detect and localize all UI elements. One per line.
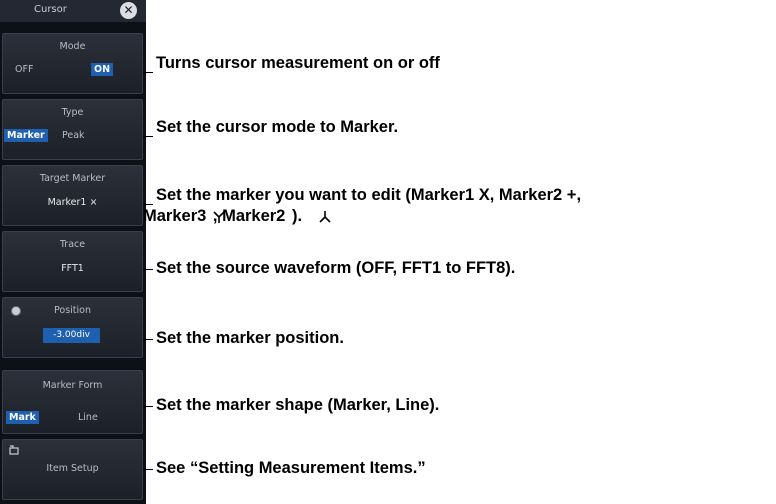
position-menu[interactable]: Position -3.00div xyxy=(2,297,143,358)
marker-form-option-mark[interactable]: Mark xyxy=(6,411,39,424)
callout-position: Set the marker position. xyxy=(156,329,344,347)
cursor-panel: Cursor ✕ Mode OFF ON Type Marker Peak Ta… xyxy=(0,0,146,504)
item-setup-button[interactable]: Item Setup xyxy=(2,439,143,500)
marker-form-label: Marker Form xyxy=(42,380,103,391)
marker-form-option-line[interactable]: Line xyxy=(75,411,101,424)
callout-trace: Set the source waveform (OFF, FFT1 to FF… xyxy=(156,259,516,277)
trace-label: Trace xyxy=(59,239,86,250)
type-option-marker[interactable]: Marker xyxy=(4,129,48,142)
trace-value: FFT1 xyxy=(61,263,84,274)
leader-line xyxy=(143,72,153,73)
marker-form-menu[interactable]: Marker Form Mark Line xyxy=(2,370,143,434)
type-menu[interactable]: Type Marker Peak xyxy=(2,99,143,160)
panel-header: Cursor ✕ xyxy=(0,0,146,22)
type-label: Type xyxy=(61,107,84,118)
leader-line xyxy=(143,269,153,270)
target-marker-menu[interactable]: Target Marker Marker1 × xyxy=(2,165,143,226)
trace-menu[interactable]: Trace FFT1 xyxy=(2,231,143,292)
leader-line xyxy=(143,136,153,137)
callout-mode: Turns cursor measurement on or off xyxy=(156,54,440,72)
leader-line xyxy=(143,469,153,470)
position-value[interactable]: -3.00div xyxy=(43,328,100,343)
marker-y-shape-icon xyxy=(213,211,225,223)
callout-item-setup: See “Setting Measurement Items.” xyxy=(156,459,426,477)
mode-option-on[interactable]: ON xyxy=(91,63,114,76)
leader-line xyxy=(143,339,153,340)
close-icon[interactable]: ✕ xyxy=(120,2,137,19)
position-label: Position xyxy=(54,305,91,316)
callout-target-marker-line1: Set the marker you want to edit (Marker1… xyxy=(156,186,582,204)
mode-option-off[interactable]: OFF xyxy=(12,63,36,76)
type-option-peak[interactable]: Peak xyxy=(59,129,88,142)
item-setup-label: Item Setup xyxy=(46,463,99,474)
target-marker-label: Target Marker xyxy=(39,173,106,184)
panel-title: Cursor xyxy=(34,4,67,15)
leader-line xyxy=(143,406,153,407)
mode-menu[interactable]: Mode OFF ON xyxy=(2,33,143,94)
callout-type: Set the cursor mode to Marker. xyxy=(156,118,399,136)
item-setup-icon xyxy=(9,445,19,455)
callout-marker-form: Set the marker shape (Marker, Line). xyxy=(156,396,440,414)
leader-line xyxy=(143,204,153,205)
target-marker-value: Marker1 × xyxy=(47,197,98,208)
mode-label: Mode xyxy=(59,41,86,52)
marker-inverted-y-shape-icon xyxy=(319,211,331,223)
